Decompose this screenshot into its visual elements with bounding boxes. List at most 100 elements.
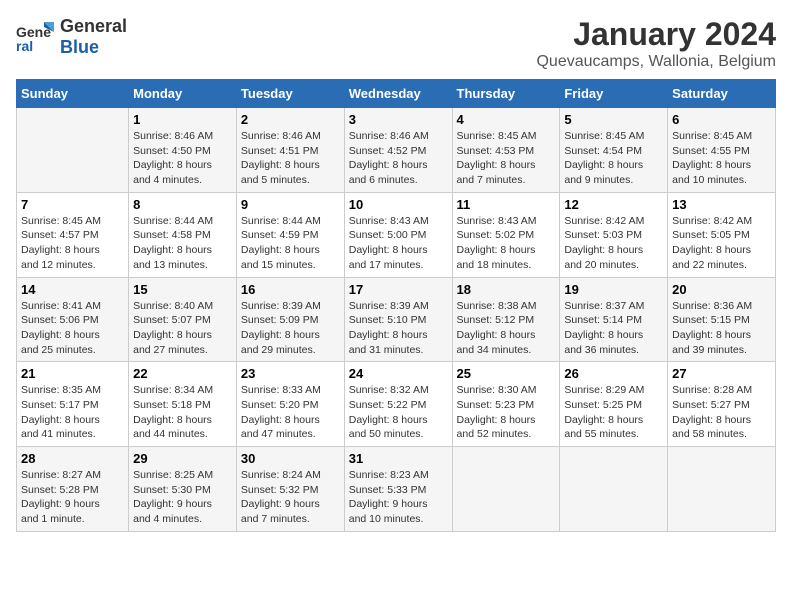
day-cell: 13Sunrise: 8:42 AM Sunset: 5:05 PM Dayli… [668,192,776,277]
day-info: Sunrise: 8:39 AM Sunset: 5:10 PM Dayligh… [349,299,448,358]
day-info: Sunrise: 8:33 AM Sunset: 5:20 PM Dayligh… [241,383,340,442]
day-cell: 11 Sunrise: 8:43 AM Sunset: 5:02 PM Dayli… [452,192,560,277]
day-cell: 14 Sunrise: 8:41 AM Sunset: 5:06 PM Dayli… [17,277,129,362]
header-monday: Monday [129,80,237,108]
day-number: 22 [133,366,232,381]
day-number: 21 [21,366,124,381]
day-cell [668,447,776,532]
page-header: Gene ral General Blue January 2024 Queva… [16,16,776,71]
day-number: 29 [133,451,232,466]
day-info: Sunrise: 8:36 AM Sunset: 5:15 PM Dayligh… [672,299,771,358]
calendar-table: Sunday Monday Tuesday Wednesday Thursday… [16,79,776,532]
day-cell: 4 Sunrise: 8:45 AM Sunset: 4:53 PM Daylig… [452,108,560,193]
day-info: Sunrise: 8:46 AM Sunset: 4:52 PM Dayligh… [349,129,448,188]
day-info: Sunrise: 8:41 AM Sunset: 5:06 PM Dayligh… [21,299,124,358]
day-cell: 19 Sunrise: 8:37 AM Sunset: 5:14 PM Dayli… [560,277,668,362]
day-number: 27 [672,366,771,381]
day-info: Sunrise: 8:43 AM Sunset: 5:02 PM Dayligh… [457,214,556,273]
day-cell: 15 Sunrise: 8:40 AM Sunset: 5:07 PM Dayli… [129,277,237,362]
day-cell: 12 Sunrise: 8:42 AM Sunset: 5:03 PM Dayli… [560,192,668,277]
logo: Gene ral General Blue [16,16,127,58]
day-cell: 6 Sunrise: 8:45 AM Sunset: 4:55 PM Daylig… [668,108,776,193]
week-row-3: 14 Sunrise: 8:41 AM Sunset: 5:06 PM Dayli… [17,277,776,362]
day-cell [452,447,560,532]
day-number: 24 [349,366,448,381]
day-cell: 22 Sunrise: 8:34 AM Sunset: 5:18 PM Dayli… [129,362,237,447]
logo-blue-text: Blue [60,37,99,57]
day-cell: 8Sunrise: 8:44 AM Sunset: 4:58 PM Daylig… [129,192,237,277]
day-number: 1 [133,112,232,127]
header-sunday: Sunday [17,80,129,108]
day-number: 10 [349,197,448,212]
day-info: Sunrise: 8:45 AM Sunset: 4:54 PM Dayligh… [564,129,663,188]
day-cell [17,108,129,193]
day-info: Sunrise: 8:46 AM Sunset: 4:51 PM Dayligh… [241,129,340,188]
day-number: 6 [672,112,771,127]
day-cell: 1Sunrise: 8:46 AM Sunset: 4:50 PM Daylig… [129,108,237,193]
day-cell: 18Sunrise: 8:38 AM Sunset: 5:12 PM Dayli… [452,277,560,362]
week-row-4: 21 Sunrise: 8:35 AM Sunset: 5:17 PM Dayli… [17,362,776,447]
day-cell: 29 Sunrise: 8:25 AM Sunset: 5:30 PM Dayli… [129,447,237,532]
day-number: 5 [564,112,663,127]
logo-icon: Gene ral [16,17,56,57]
day-cell: 9 Sunrise: 8:44 AM Sunset: 4:59 PM Daylig… [236,192,344,277]
day-info: Sunrise: 8:40 AM Sunset: 5:07 PM Dayligh… [133,299,232,358]
day-number: 31 [349,451,448,466]
day-info: Sunrise: 8:32 AM Sunset: 5:22 PM Dayligh… [349,383,448,442]
day-info: Sunrise: 8:42 AM Sunset: 5:03 PM Dayligh… [564,214,663,273]
day-cell: 24 Sunrise: 8:32 AM Sunset: 5:22 PM Dayli… [344,362,452,447]
day-cell [560,447,668,532]
logo-general-text: General [60,16,127,36]
day-info: Sunrise: 8:35 AM Sunset: 5:17 PM Dayligh… [21,383,124,442]
day-info: Sunrise: 8:23 AM Sunset: 5:33 PM Dayligh… [349,468,448,527]
day-cell: 21 Sunrise: 8:35 AM Sunset: 5:17 PM Dayli… [17,362,129,447]
day-info: Sunrise: 8:45 AM Sunset: 4:57 PM Dayligh… [21,214,124,273]
header-saturday: Saturday [668,80,776,108]
day-number: 14 [21,282,124,297]
svg-text:ral: ral [16,38,33,54]
day-cell: 23 Sunrise: 8:33 AM Sunset: 5:20 PM Dayli… [236,362,344,447]
day-number: 7 [21,197,124,212]
day-info: Sunrise: 8:37 AM Sunset: 5:14 PM Dayligh… [564,299,663,358]
day-number: 25 [457,366,556,381]
day-cell: 7 Sunrise: 8:45 AM Sunset: 4:57 PM Daylig… [17,192,129,277]
week-row-5: 28Sunrise: 8:27 AM Sunset: 5:28 PM Dayli… [17,447,776,532]
header-tuesday: Tuesday [236,80,344,108]
day-cell: 3Sunrise: 8:46 AM Sunset: 4:52 PM Daylig… [344,108,452,193]
day-info: Sunrise: 8:42 AM Sunset: 5:05 PM Dayligh… [672,214,771,273]
week-row-2: 7 Sunrise: 8:45 AM Sunset: 4:57 PM Daylig… [17,192,776,277]
day-info: Sunrise: 8:44 AM Sunset: 4:59 PM Dayligh… [241,214,340,273]
day-info: Sunrise: 8:27 AM Sunset: 5:28 PM Dayligh… [21,468,124,527]
day-cell: 30Sunrise: 8:24 AM Sunset: 5:32 PM Dayli… [236,447,344,532]
day-number: 11 [457,197,556,212]
calendar-body: 1Sunrise: 8:46 AM Sunset: 4:50 PM Daylig… [17,108,776,532]
day-info: Sunrise: 8:45 AM Sunset: 4:55 PM Dayligh… [672,129,771,188]
header-thursday: Thursday [452,80,560,108]
day-number: 2 [241,112,340,127]
header-friday: Friday [560,80,668,108]
day-info: Sunrise: 8:43 AM Sunset: 5:00 PM Dayligh… [349,214,448,273]
day-number: 16 [241,282,340,297]
day-cell: 31 Sunrise: 8:23 AM Sunset: 5:33 PM Dayli… [344,447,452,532]
day-number: 9 [241,197,340,212]
calendar-title: January 2024 [536,16,776,53]
day-cell: 20Sunrise: 8:36 AM Sunset: 5:15 PM Dayli… [668,277,776,362]
week-row-1: 1Sunrise: 8:46 AM Sunset: 4:50 PM Daylig… [17,108,776,193]
day-cell: 16 Sunrise: 8:39 AM Sunset: 5:09 PM Dayli… [236,277,344,362]
day-info: Sunrise: 8:24 AM Sunset: 5:32 PM Dayligh… [241,468,340,527]
day-cell: 26 Sunrise: 8:29 AM Sunset: 5:25 PM Dayli… [560,362,668,447]
day-number: 15 [133,282,232,297]
day-number: 12 [564,197,663,212]
day-info: Sunrise: 8:44 AM Sunset: 4:58 PM Dayligh… [133,214,232,273]
day-info: Sunrise: 8:25 AM Sunset: 5:30 PM Dayligh… [133,468,232,527]
day-number: 19 [564,282,663,297]
day-info: Sunrise: 8:34 AM Sunset: 5:18 PM Dayligh… [133,383,232,442]
day-cell: 5 Sunrise: 8:45 AM Sunset: 4:54 PM Daylig… [560,108,668,193]
day-number: 26 [564,366,663,381]
day-cell: 17Sunrise: 8:39 AM Sunset: 5:10 PM Dayli… [344,277,452,362]
day-number: 4 [457,112,556,127]
day-number: 23 [241,366,340,381]
day-info: Sunrise: 8:39 AM Sunset: 5:09 PM Dayligh… [241,299,340,358]
day-info: Sunrise: 8:29 AM Sunset: 5:25 PM Dayligh… [564,383,663,442]
day-info: Sunrise: 8:45 AM Sunset: 4:53 PM Dayligh… [457,129,556,188]
